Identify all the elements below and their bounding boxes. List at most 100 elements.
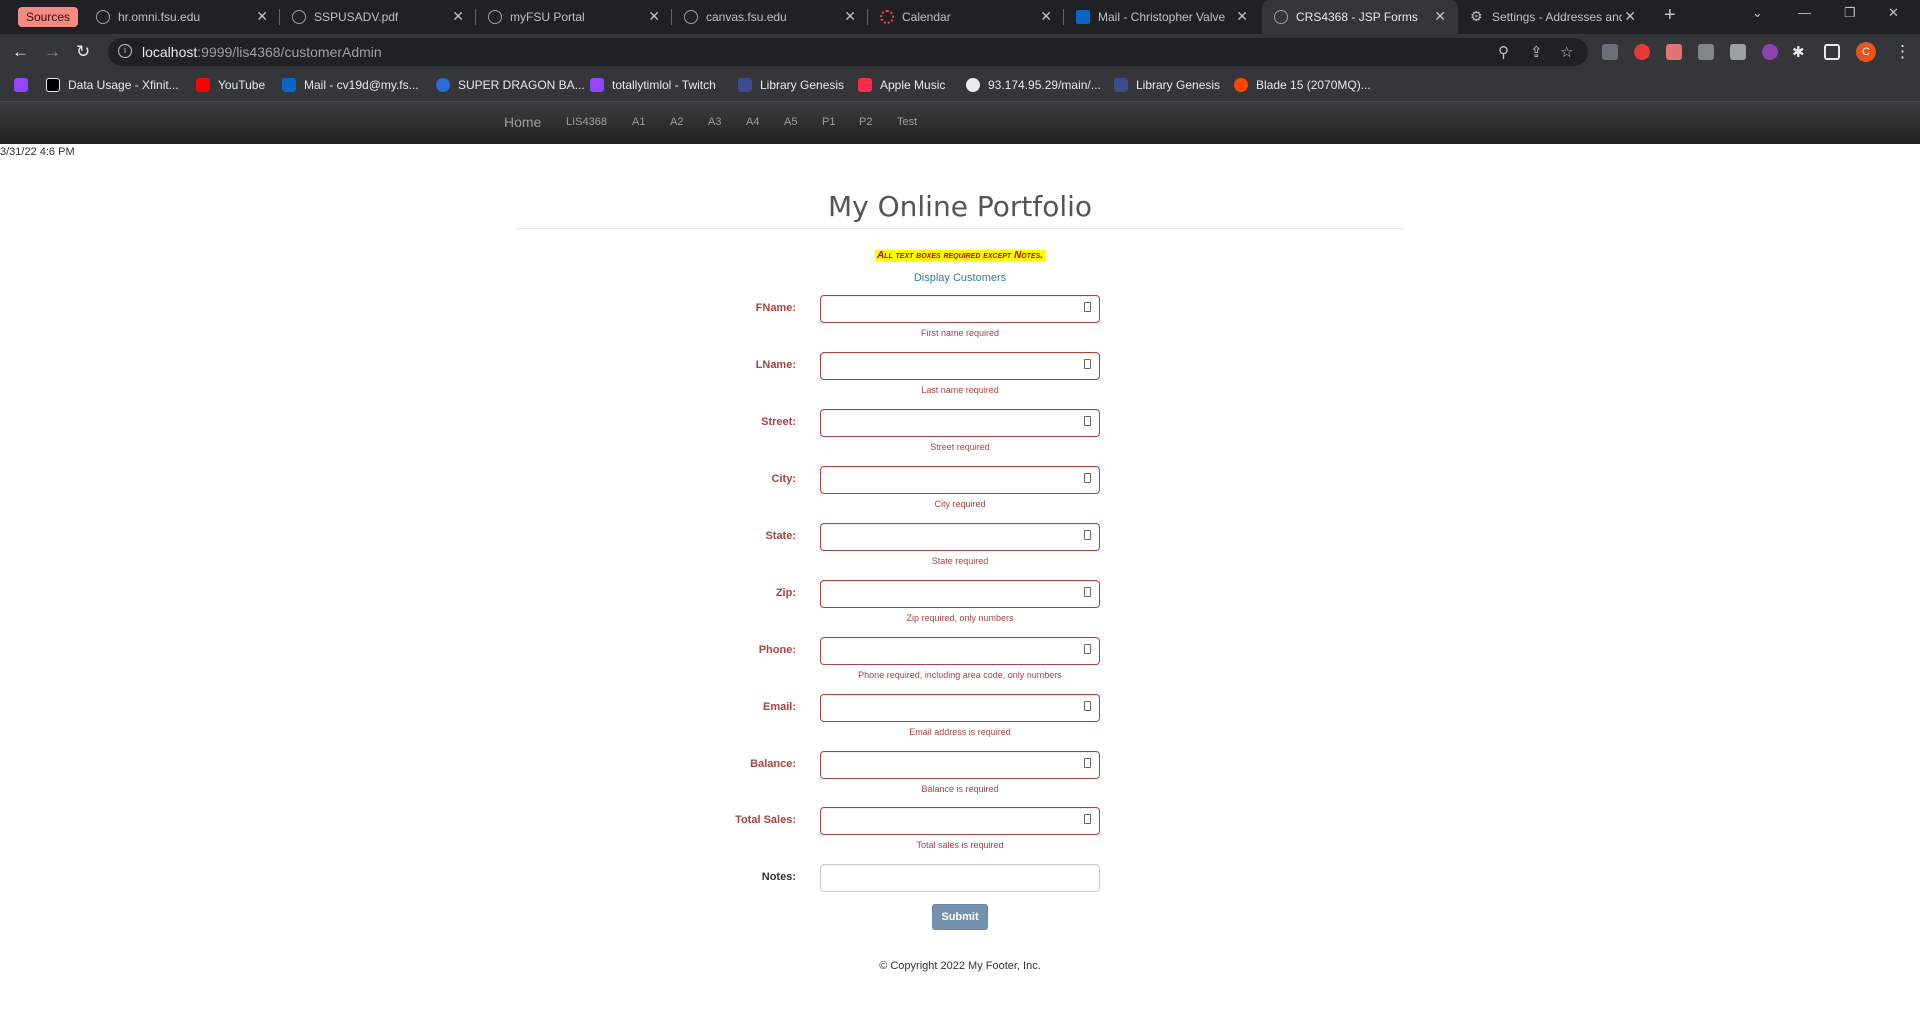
close-icon[interactable]: ✕	[452, 8, 464, 25]
bookmark-item[interactable]: YouTube	[196, 78, 265, 94]
avatar[interactable]: C	[1856, 42, 1876, 62]
total-sales-input[interactable]	[820, 807, 1100, 835]
submit-button[interactable]: Submit	[932, 904, 988, 930]
twitch-icon	[14, 78, 28, 92]
address-bar[interactable]: i localhost:9999/lis4368/customerAdmin ⚲…	[108, 38, 1588, 66]
forward-icon[interactable]: →	[44, 42, 61, 62]
bookmark-item[interactable]: Blade 15 (2070MQ)...	[1234, 78, 1371, 94]
tab-myfsu[interactable]: myFSU Portal ✕	[476, 0, 672, 34]
state-label: State:	[765, 530, 796, 542]
divider	[516, 228, 1404, 229]
extension-icon[interactable]	[1730, 44, 1746, 60]
tab-mail[interactable]: Mail - Christopher Valve ✕	[1064, 0, 1260, 34]
nav-p2[interactable]: P2	[859, 116, 872, 128]
nav-a1[interactable]: A1	[632, 116, 645, 128]
reddit-icon	[1234, 78, 1248, 92]
fsu-icon	[488, 10, 502, 24]
nav-home[interactable]: Home	[504, 114, 541, 130]
extension-icon[interactable]	[1634, 44, 1650, 60]
autofill-icon	[1084, 701, 1091, 711]
extension-icon[interactable]	[1698, 44, 1714, 60]
restore-icon[interactable]: ❐	[1844, 5, 1856, 21]
back-icon[interactable]: ←	[12, 42, 29, 62]
tab-label: SSPUSADV.pdf	[314, 10, 399, 24]
bookmark-item[interactable]: 93.174.95.29/main/...	[966, 78, 1101, 94]
menu-icon[interactable]: ⋮	[1894, 42, 1911, 62]
bookmark-item[interactable]: Library Genesis	[738, 78, 844, 94]
side-panel-icon[interactable]	[1824, 44, 1840, 60]
share-icon[interactable]: ⇪	[1530, 43, 1543, 61]
tab-hr-omni[interactable]: hr.omni.fsu.edu ✕	[84, 0, 280, 34]
tab-crs4368[interactable]: CRS4368 - JSP Forms ✕	[1262, 0, 1458, 34]
tab-settings[interactable]: ⚙ Settings - Addresses and ✕	[1458, 0, 1648, 34]
new-tab-icon[interactable]: +	[1664, 4, 1676, 27]
tab-label: myFSU Portal	[510, 10, 585, 24]
balance-help: Balance is required	[921, 784, 999, 794]
bookmark-item[interactable]: totallytimlol - Twitch	[590, 78, 716, 94]
state-input[interactable]	[820, 523, 1100, 551]
site-info-icon[interactable]: i	[118, 44, 132, 58]
globe-icon	[292, 10, 306, 24]
state-help: State required	[931, 556, 989, 566]
close-icon[interactable]: ✕	[1624, 8, 1636, 25]
close-icon[interactable]: ✕	[1040, 8, 1052, 25]
minimize-icon[interactable]: —	[1798, 5, 1811, 20]
autofill-icon	[1084, 644, 1091, 654]
nav-test[interactable]: Test	[897, 116, 917, 128]
bookmark-item[interactable]: SUPER DRAGON BA...	[436, 78, 585, 94]
bookmark-item[interactable]: Library Genesis	[1114, 78, 1220, 94]
required-notice: All text boxes required except Notes.	[874, 250, 1046, 261]
nav-lis4368[interactable]: LIS4368	[566, 116, 607, 128]
tab-label: Mail - Christopher Valve	[1098, 10, 1226, 24]
close-icon[interactable]: ✕	[1434, 8, 1446, 25]
nav-a3[interactable]: A3	[708, 116, 721, 128]
phone-help: Phone required, including area code, onl…	[858, 670, 1062, 680]
close-icon[interactable]: ✕	[256, 8, 268, 25]
nav-a4[interactable]: A4	[746, 116, 759, 128]
lname-input[interactable]	[820, 352, 1100, 380]
fname-input[interactable]	[820, 295, 1100, 323]
nav-a2[interactable]: A2	[670, 116, 683, 128]
tab-sspusadv[interactable]: SSPUSADV.pdf ✕	[280, 0, 476, 34]
browser-toolbar: ← → ↻ i localhost:9999/lis4368/customerA…	[0, 34, 1920, 70]
balance-input[interactable]	[820, 751, 1100, 779]
bookmark-star-icon[interactable]: ☆	[1560, 43, 1573, 61]
city-label: City:	[771, 473, 796, 485]
extension-icon[interactable]	[1666, 44, 1682, 60]
tab-label: Settings - Addresses and	[1492, 10, 1622, 24]
library-icon	[1114, 78, 1128, 92]
sources-badge[interactable]: Sources	[18, 7, 79, 27]
email-input[interactable]	[820, 694, 1100, 722]
nav-a5[interactable]: A5	[784, 116, 797, 128]
bookmark-item[interactable]: Apple Music	[858, 78, 945, 94]
bookmarks-bar: Data Usage - Xfinit... YouTube Mail - cv…	[0, 70, 1920, 102]
close-icon[interactable]: ✕	[648, 8, 660, 25]
extension-icon[interactable]	[1602, 44, 1618, 60]
extension-icon[interactable]	[1762, 44, 1778, 60]
street-input[interactable]	[820, 409, 1100, 437]
close-icon[interactable]: ✕	[1236, 8, 1248, 25]
notes-label: Notes:	[761, 871, 796, 883]
tab-canvas[interactable]: canvas.fsu.edu ✕	[672, 0, 868, 34]
xfinity-icon	[46, 78, 60, 92]
bookmark-twitch[interactable]	[14, 78, 36, 94]
zip-input[interactable]	[820, 580, 1100, 608]
tab-search-icon[interactable]: ⌄	[1752, 5, 1763, 21]
total-sales-help: Total sales is required	[916, 840, 1004, 850]
reload-icon[interactable]: ↻	[76, 42, 90, 62]
nav-p1[interactable]: P1	[822, 116, 835, 128]
zip-label: Zip:	[775, 587, 796, 599]
notes-input[interactable]	[820, 864, 1100, 892]
city-input[interactable]	[820, 466, 1100, 494]
bookmark-item[interactable]: Mail - cv19d@my.fs...	[282, 78, 419, 94]
calendar-icon	[880, 10, 894, 24]
close-window-icon[interactable]: ✕	[1888, 5, 1899, 21]
puzzle-icon[interactable]: ✱	[1792, 43, 1805, 61]
bookmark-item[interactable]: Data Usage - Xfinit...	[46, 78, 179, 94]
close-icon[interactable]: ✕	[844, 8, 856, 25]
tab-strip: Sources hr.omni.fsu.edu ✕ SSPUSADV.pdf ✕…	[0, 0, 1920, 34]
outlook-icon	[282, 78, 296, 92]
phone-input[interactable]	[820, 637, 1100, 665]
zoom-icon[interactable]: ⚲	[1498, 43, 1509, 61]
tab-calendar[interactable]: Calendar ✕	[868, 0, 1064, 34]
